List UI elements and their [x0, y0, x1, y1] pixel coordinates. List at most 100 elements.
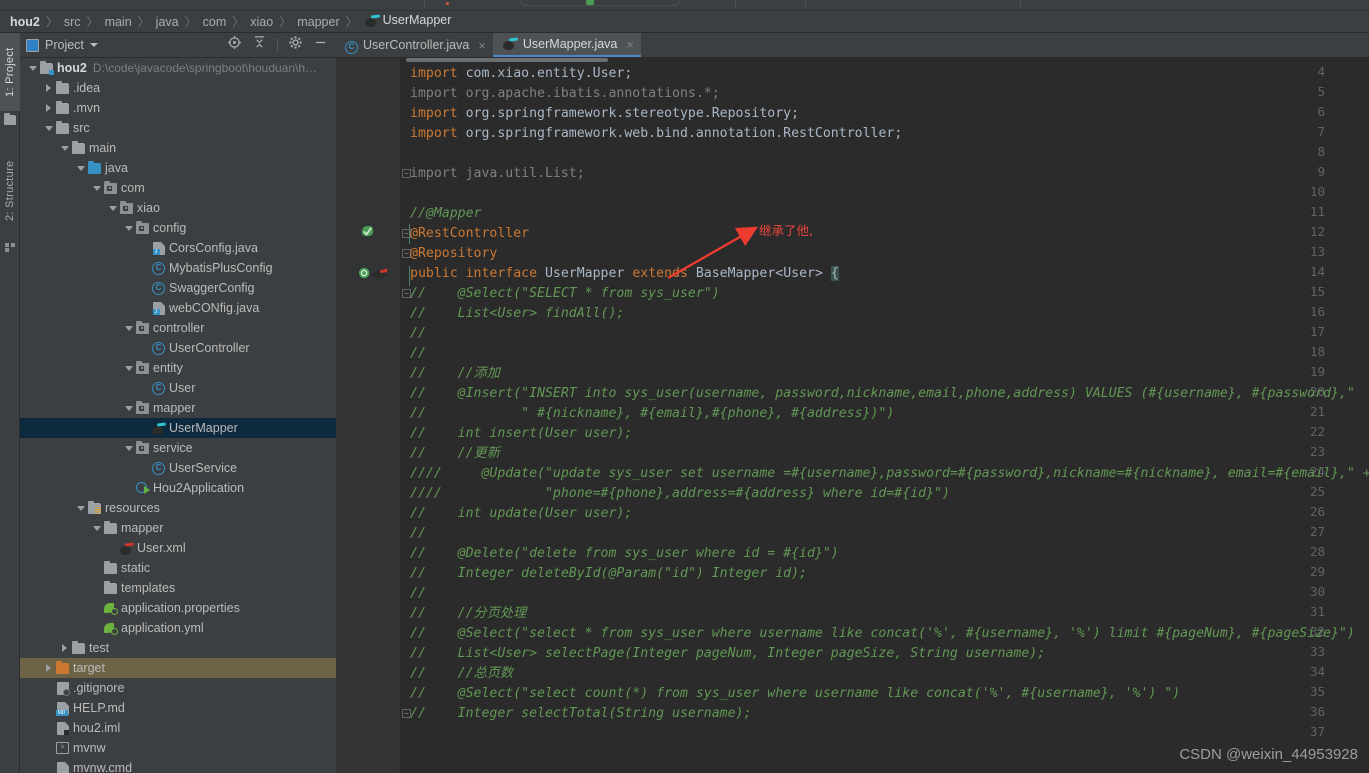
hide-icon[interactable] [313, 35, 328, 55]
tree-item-xiao[interactable]: xiao [20, 198, 336, 218]
chevron-down-icon[interactable] [122, 325, 135, 331]
tree-item-mapper[interactable]: mapper [20, 398, 336, 418]
code-token: // Integer selectTotal(String username); [410, 706, 752, 721]
tree-item-help-md[interactable]: MD HELP.md [20, 698, 336, 718]
chevron-down-icon[interactable] [26, 65, 39, 71]
editor-tab-usermapper-java[interactable]: UserMapper.java × [492, 33, 641, 57]
code-line: // [410, 344, 426, 364]
tree-item-test[interactable]: test [20, 638, 336, 658]
tree-item-mybatisplusconfig[interactable]: C MybatisPlusConfig [20, 258, 336, 278]
tree-item--idea[interactable]: .idea [20, 78, 336, 98]
breadcrumb-separator: 〉 [137, 15, 150, 29]
code-token: import org.apache.ibatis.annotations.*; [410, 86, 720, 101]
tree-item-hou2application[interactable]: Hou2Application [20, 478, 336, 498]
run-button-icon[interactable] [586, 0, 594, 5]
tree-item--mvn[interactable]: .mvn [20, 98, 336, 118]
chevron-down-icon[interactable] [58, 145, 71, 151]
chevron-down-icon[interactable] [74, 505, 87, 511]
chevron-down-icon[interactable] [122, 405, 135, 411]
code-token: org.springframework.web.bind.annotation. [465, 126, 784, 141]
chevron-down-icon[interactable] [74, 165, 87, 171]
chevron-down-icon[interactable] [122, 365, 135, 371]
code-token: org.springframework.stereotype. [465, 106, 712, 121]
chevron-down-icon[interactable] [42, 125, 55, 131]
spring-run-gutter-icon[interactable] [358, 266, 372, 285]
chevron-down-icon[interactable] [89, 43, 98, 47]
chevron-down-icon[interactable] [106, 205, 119, 211]
breadcrumb-item-main[interactable]: main [104, 15, 133, 29]
code-line: // Integer deleteById(@Param("id") Integ… [410, 564, 807, 584]
tree-item-entity[interactable]: entity [20, 358, 336, 378]
gitignore-file-icon [55, 681, 70, 696]
tree-item-mvnw[interactable]: > mvnw [20, 738, 336, 758]
shell-file-icon: > [55, 742, 70, 754]
folder-icon [71, 140, 86, 154]
tree-item-swaggerconfig[interactable]: C SwaggerConfig [20, 278, 336, 298]
tree-item-mapper[interactable]: mapper [20, 518, 336, 538]
code-token: import [410, 126, 466, 141]
breadcrumb-item-com[interactable]: com [202, 15, 228, 29]
code-text[interactable]: import com.xiao.entity.User; import org.a… [400, 58, 1369, 773]
collapse-all-icon[interactable] [252, 35, 267, 55]
close-icon[interactable]: × [626, 37, 634, 52]
close-icon[interactable]: × [478, 38, 486, 53]
breadcrumb-item-usermapper[interactable]: UserMapper [363, 13, 453, 30]
tree-item-resources[interactable]: resources [20, 498, 336, 518]
breadcrumb-item-java[interactable]: java [155, 15, 180, 29]
chevron-down-icon[interactable] [122, 445, 135, 451]
code-line: //@Mapper [410, 204, 481, 224]
chevron-right-icon[interactable] [42, 664, 55, 672]
breadcrumb-item-src[interactable]: src [63, 15, 82, 29]
editor-tab-usercontroller-java[interactable]: C UserController.java × [336, 33, 493, 57]
chevron-down-icon[interactable] [90, 185, 103, 191]
run-config-chip[interactable] [520, 0, 680, 6]
breadcrumb-item-hou2[interactable]: hou2 [6, 15, 41, 29]
tree-item-user[interactable]: C User [20, 378, 336, 398]
tree-item-com[interactable]: com [20, 178, 336, 198]
chevron-down-icon[interactable] [90, 525, 103, 531]
tree-item-static[interactable]: static [20, 558, 336, 578]
tree-item-target[interactable]: target [20, 658, 336, 678]
gear-icon[interactable] [288, 35, 303, 55]
project-tree[interactable]: hou2 D:\code\javacode\springboot\houduan\… [20, 58, 336, 773]
code-line: import com.xiao.entity.User; [410, 64, 632, 84]
tree-item-label: test [89, 641, 110, 655]
tree-item-hou2-iml[interactable]: hou2.iml [20, 718, 336, 738]
tree-item-userservice[interactable]: C UserService [20, 458, 336, 478]
editor-gutter[interactable] [336, 58, 400, 773]
source-folder-icon [87, 160, 102, 174]
breadcrumb-item-xiao[interactable]: xiao [249, 15, 274, 29]
tree-item-controller[interactable]: controller [20, 318, 336, 338]
tree-item-label: User.xml [137, 541, 186, 555]
tree-item-label: .mvn [73, 101, 101, 115]
sidebar-item-structure[interactable]: 2: Structure [0, 145, 20, 237]
tree-item-mvnw-cmd[interactable]: mvnw.cmd [20, 758, 336, 773]
chevron-right-icon[interactable] [42, 84, 55, 92]
tree-item-usercontroller[interactable]: C UserController [20, 338, 336, 358]
tree-item-user-xml[interactable]: User.xml [20, 538, 336, 558]
tree-item-usermapper[interactable]: UserMapper [20, 418, 336, 438]
tool-window-bar: 1: Project 2: Structure [0, 33, 20, 773]
chevron-right-icon[interactable] [42, 104, 55, 112]
tree-item-java[interactable]: java [20, 158, 336, 178]
tree-item--gitignore[interactable]: .gitignore [20, 678, 336, 698]
tree-item-config[interactable]: config [20, 218, 336, 238]
spring-bean-gutter-icon[interactable] [360, 224, 375, 244]
sidebar-item-project[interactable]: 1: Project [0, 33, 20, 111]
tree-item-webconfig-java[interactable]: JwebCONfig.java [20, 298, 336, 318]
tree-item-application-yml[interactable]: application.yml [20, 618, 336, 638]
tree-item-application-properties[interactable]: application.properties [20, 598, 336, 618]
mybatis-gutter-icon[interactable] [372, 266, 388, 285]
chevron-down-icon[interactable] [122, 225, 135, 231]
tree-item-corsconfig-java[interactable]: J CorsConfig.java [20, 238, 336, 258]
tree-item-templates[interactable]: templates [20, 578, 336, 598]
locate-icon[interactable] [227, 35, 242, 55]
tree-item-service[interactable]: service [20, 438, 336, 458]
tree-item-hou2[interactable]: hou2 D:\code\javacode\springboot\houduan\… [20, 58, 336, 78]
tree-item-src[interactable]: src [20, 118, 336, 138]
code-line: import org.springframework.web.bind.anno… [410, 124, 902, 144]
breadcrumb-item-mapper[interactable]: mapper [296, 15, 340, 29]
chevron-right-icon[interactable] [58, 644, 71, 652]
code-editor[interactable]: 4 5 6 7 8 9 10 11 12 13 14 15 16 17 18 19 20 21 22 23 24 25 26… [336, 58, 1369, 773]
tree-item-main[interactable]: main [20, 138, 336, 158]
